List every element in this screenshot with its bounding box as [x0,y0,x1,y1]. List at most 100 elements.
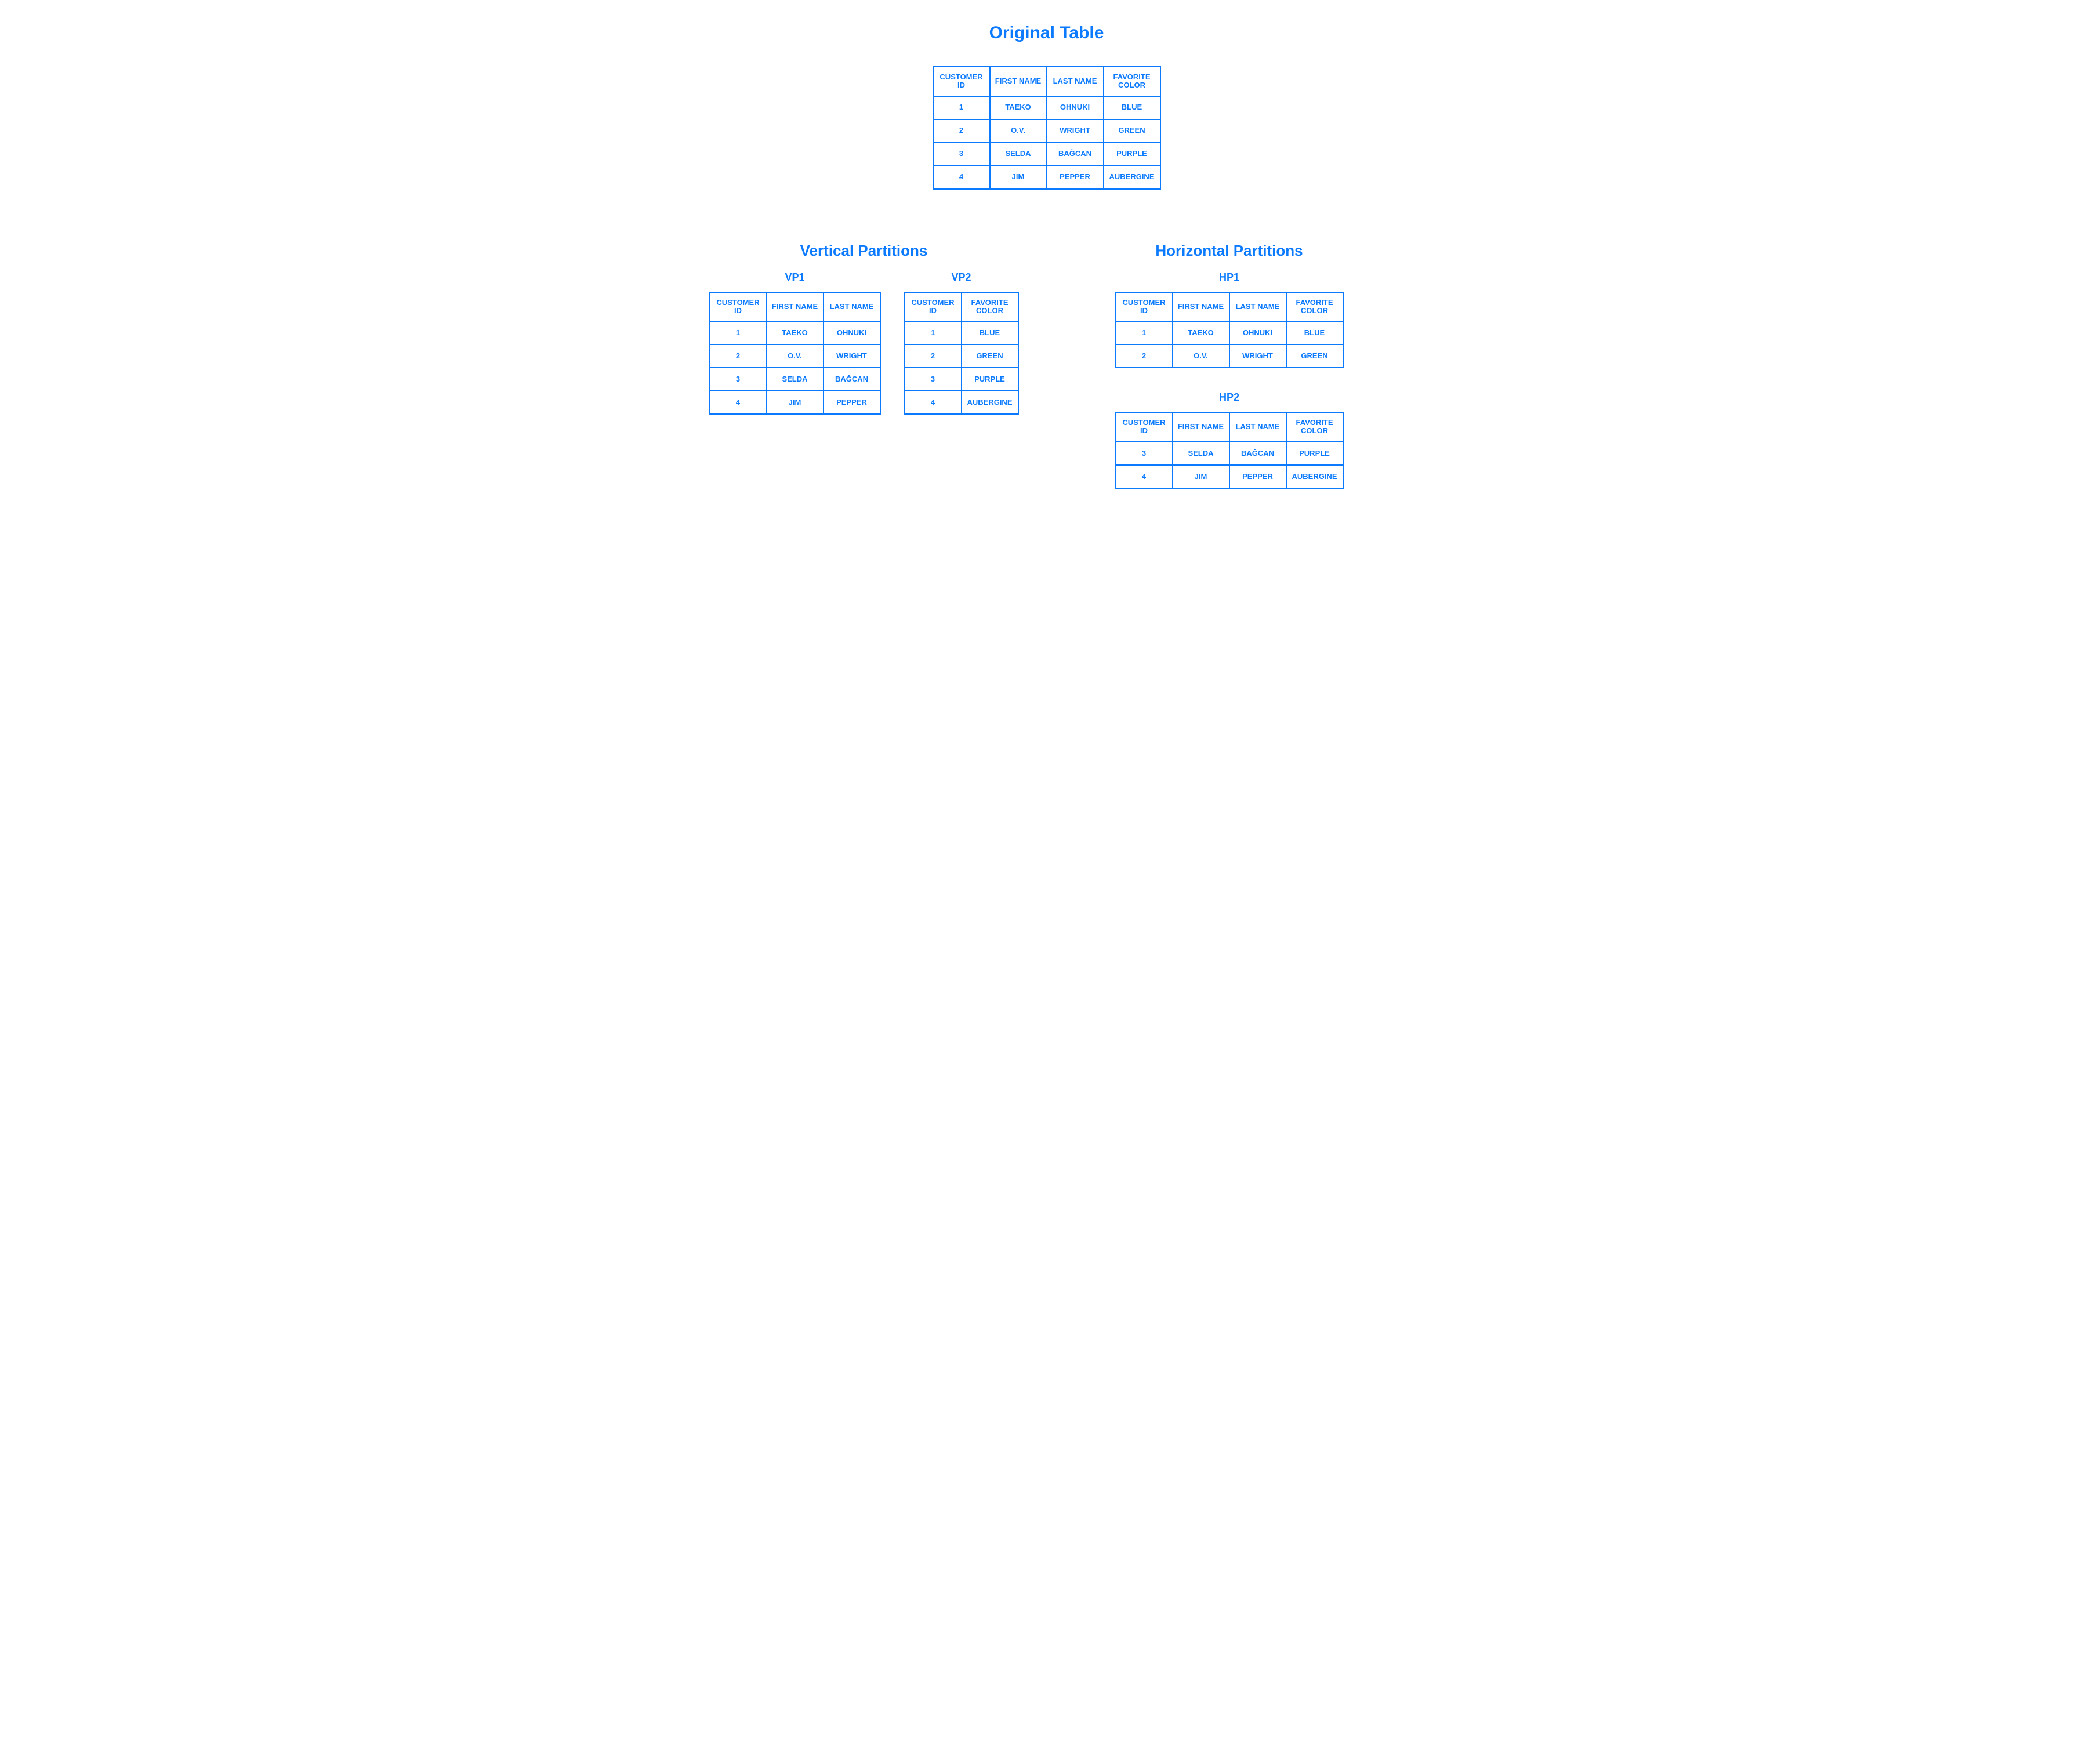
hp1-title: HP1 [1219,271,1239,284]
cell-color: BLUE [1104,96,1160,119]
hp1-table: CUSTOMER ID FIRST NAME LAST NAME FAVORIT… [1115,292,1344,369]
table-header-row: CUSTOMER ID FIRST NAME LAST NAME [710,292,880,322]
cell-last: WRIGHT [824,344,880,368]
col-last-name: LAST NAME [1229,292,1286,322]
col-customer-id: CUSTOMER ID [933,67,990,96]
table-row: 1 BLUE [905,321,1018,344]
partitions-row: Vertical Partitions VP1 CUSTOMER ID FIRS… [699,242,1395,489]
table-header-row: CUSTOMER ID FIRST NAME LAST NAME FAVORIT… [1116,292,1343,322]
cell-color: GREEN [962,344,1018,368]
table-row: 3 PURPLE [905,368,1018,391]
col-customer-id: CUSTOMER ID [1116,292,1173,322]
cell-last: PEPPER [1229,465,1286,488]
col-favorite-color: FAVORITE COLOR [1286,412,1343,442]
table-row: 4 AUBERGINE [905,391,1018,414]
horizontal-partitions-title: Horizontal Partitions [1155,242,1303,260]
table-row: 1 TAEKO OHNUKI BLUE [933,96,1160,119]
table-row: 4 JIM PEPPER AUBERGINE [933,166,1160,189]
cell-color: BLUE [1286,321,1343,344]
cell-last: BAĞCAN [1229,442,1286,465]
cell-first: SELDA [1173,442,1229,465]
cell-first: TAEKO [1173,321,1229,344]
cell-last: WRIGHT [1047,119,1104,143]
cell-color: AUBERGINE [1104,166,1160,189]
cell-id: 4 [1116,465,1173,488]
table-row: 4 JIM PEPPER AUBERGINE [1116,465,1343,488]
cell-first: SELDA [767,368,824,391]
vp2-group: VP2 CUSTOMER ID FAVORITE COLOR 1 BLUE [904,271,1019,415]
table-row: 3 SELDA BAĞCAN PURPLE [1116,442,1343,465]
cell-first: JIM [767,391,824,414]
cell-id: 2 [905,344,962,368]
col-first-name: FIRST NAME [1173,292,1229,322]
table-row: 1 TAEKO OHNUKI BLUE [1116,321,1343,344]
vp1-title: VP1 [785,271,804,284]
table-header-row: CUSTOMER ID FAVORITE COLOR [905,292,1018,322]
hp2-group: HP2 CUSTOMER ID FIRST NAME LAST NAME FAV… [1115,391,1344,489]
cell-id: 2 [933,119,990,143]
table-header-row: CUSTOMER ID FIRST NAME LAST NAME FAVORIT… [1116,412,1343,442]
cell-id: 3 [933,143,990,166]
cell-first: O.V. [1173,344,1229,368]
cell-first: TAEKO [767,321,824,344]
col-last-name: LAST NAME [1047,67,1104,96]
col-first-name: FIRST NAME [1173,412,1229,442]
hp-tables-container: HP1 CUSTOMER ID FIRST NAME LAST NAME FAV… [1115,271,1344,489]
cell-first: JIM [1173,465,1229,488]
cell-last: BAĞCAN [824,368,880,391]
original-table-section: Original Table CUSTOMER ID FIRST NAME LA… [699,23,1395,190]
hp2-title: HP2 [1219,391,1239,404]
cell-color: PURPLE [1286,442,1343,465]
cell-color: PURPLE [1104,143,1160,166]
cell-first: O.V. [767,344,824,368]
col-customer-id: CUSTOMER ID [710,292,767,322]
cell-id: 2 [710,344,767,368]
cell-first: O.V. [990,119,1047,143]
cell-color: GREEN [1286,344,1343,368]
table-row: 4 JIM PEPPER [710,391,880,414]
vp1-group: VP1 CUSTOMER ID FIRST NAME LAST NAME 1 [709,271,881,415]
vp-tables-container: VP1 CUSTOMER ID FIRST NAME LAST NAME 1 [709,271,1019,415]
cell-id: 1 [933,96,990,119]
cell-id: 3 [905,368,962,391]
col-favorite-color: FAVORITE COLOR [1286,292,1343,322]
cell-id: 4 [933,166,990,189]
cell-last: OHNUKI [824,321,880,344]
cell-last: BAĞCAN [1047,143,1104,166]
col-customer-id: CUSTOMER ID [1116,412,1173,442]
cell-color: AUBERGINE [962,391,1018,414]
table-row: 2 O.V. WRIGHT GREEN [1116,344,1343,368]
table-row: 1 TAEKO OHNUKI [710,321,880,344]
cell-color: PURPLE [962,368,1018,391]
cell-id: 1 [1116,321,1173,344]
vertical-partitions-section: Vertical Partitions VP1 CUSTOMER ID FIRS… [699,242,1029,489]
table-row: 3 SELDA BAĞCAN [710,368,880,391]
col-first-name: FIRST NAME [990,67,1047,96]
cell-id: 1 [905,321,962,344]
cell-last: PEPPER [824,391,880,414]
vp2-table: CUSTOMER ID FAVORITE COLOR 1 BLUE 2 [904,292,1019,415]
page: Original Table CUSTOMER ID FIRST NAME LA… [699,23,1395,489]
col-first-name: FIRST NAME [767,292,824,322]
cell-first: JIM [990,166,1047,189]
table-row: 2 O.V. WRIGHT [710,344,880,368]
original-title: Original Table [989,23,1104,43]
cell-color: BLUE [962,321,1018,344]
original-table: CUSTOMER ID FIRST NAME LAST NAME FAVORIT… [933,66,1161,190]
hp1-group: HP1 CUSTOMER ID FIRST NAME LAST NAME FAV… [1115,271,1344,369]
cell-last: WRIGHT [1229,344,1286,368]
cell-id: 2 [1116,344,1173,368]
col-favorite-color: FAVORITE COLOR [962,292,1018,322]
hp2-table: CUSTOMER ID FIRST NAME LAST NAME FAVORIT… [1115,412,1344,489]
col-last-name: LAST NAME [1229,412,1286,442]
cell-last: OHNUKI [1229,321,1286,344]
cell-color: AUBERGINE [1286,465,1343,488]
cell-id: 3 [1116,442,1173,465]
vp1-table: CUSTOMER ID FIRST NAME LAST NAME 1 TAEKO… [709,292,881,415]
cell-last: OHNUKI [1047,96,1104,119]
vp2-title: VP2 [951,271,971,284]
cell-first: SELDA [990,143,1047,166]
cell-id: 3 [710,368,767,391]
col-favorite-color: FAVORITE COLOR [1104,67,1160,96]
horizontal-partitions-section: Horizontal Partitions HP1 CUSTOMER ID FI… [1064,242,1395,489]
